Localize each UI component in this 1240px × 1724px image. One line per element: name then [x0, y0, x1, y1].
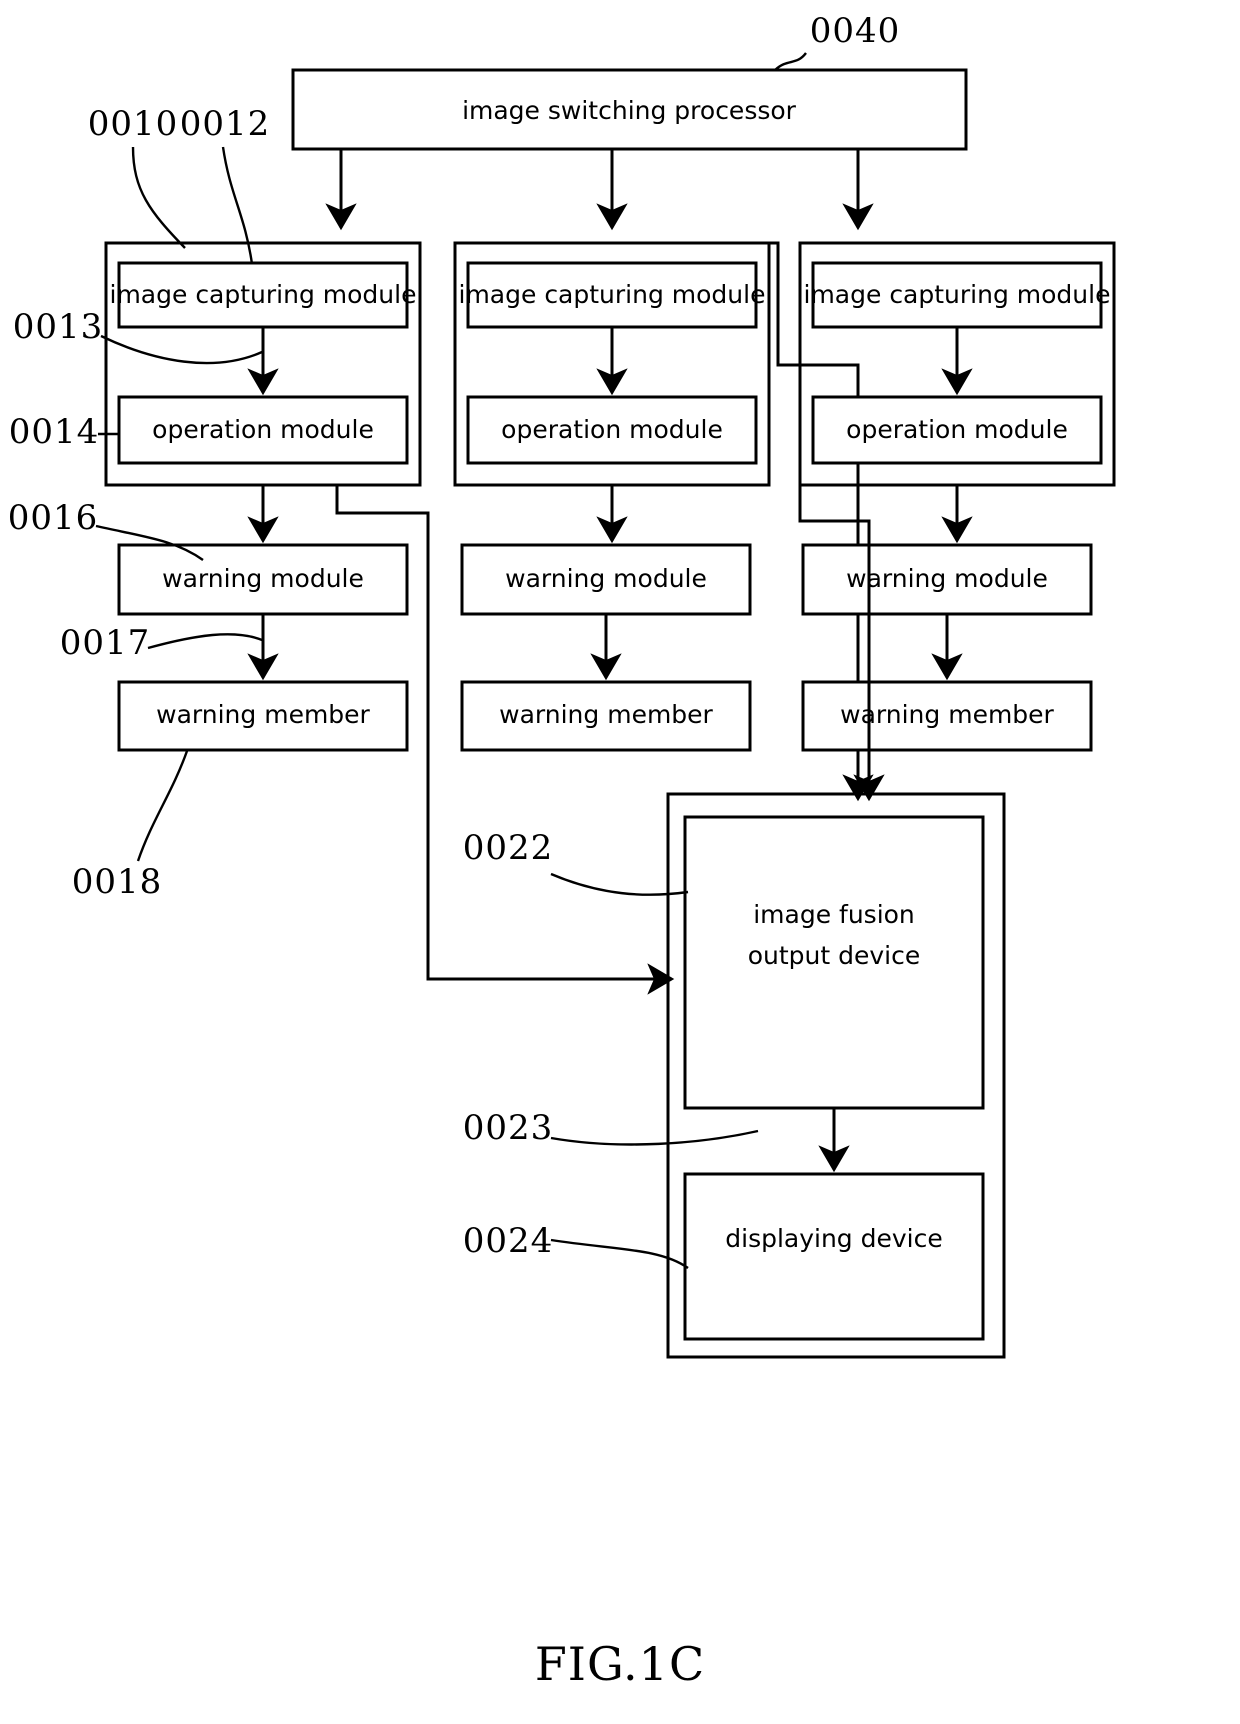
block-diagram-svg: image switching processor 0040 image cap… [8, 11, 1116, 1691]
ref-0022: 0022 [463, 828, 554, 868]
right-operation-module-label: operation module [846, 415, 1068, 444]
middle-operation-module-label: operation module [501, 415, 723, 444]
ref-0012: 0012 [180, 104, 271, 144]
leader-0018 [136, 750, 189, 862]
right-column-group: image capturing module operation module … [798, 241, 1116, 752]
ref-0017: 0017 [60, 623, 151, 663]
image-fusion-output-device-label-line1: image fusion [753, 900, 915, 929]
left-column-group: image capturing module operation module … [104, 241, 422, 752]
middle-column-group: image capturing module operation module … [453, 241, 771, 752]
displaying-device-box[interactable] [683, 1172, 985, 1341]
right-image-capturing-module-label: image capturing module [804, 280, 1111, 309]
ref-0014: 0014 [9, 412, 100, 452]
ref-0023: 0023 [463, 1108, 554, 1148]
ref-0010: 0010 [88, 104, 179, 144]
ref-0016: 0016 [8, 498, 99, 538]
leader-0012 [221, 146, 254, 265]
displaying-device-label: displaying device [725, 1224, 943, 1253]
left-warning-module-label: warning module [162, 564, 364, 593]
leader-0010 [131, 146, 186, 249]
middle-image-capturing-module-label: image capturing module [459, 280, 766, 309]
left-image-capturing-module-label: image capturing module [110, 280, 417, 309]
image-switching-processor-node[interactable]: image switching processor [291, 68, 968, 151]
output-group: image fusion output device displaying de… [666, 792, 1006, 1359]
ref-0018: 0018 [72, 862, 163, 902]
ref-0013: 0013 [13, 307, 104, 347]
leader-0013 [100, 334, 263, 365]
ref-0024: 0024 [463, 1221, 554, 1261]
leader-0017 [147, 633, 263, 650]
left-warning-member-label: warning member [156, 700, 370, 729]
left-operation-module-label: operation module [152, 415, 374, 444]
middle-warning-member-label: warning member [499, 700, 713, 729]
leader-0023 [550, 1129, 759, 1146]
leader-0040 [774, 52, 807, 71]
right-warning-module-label: warning module [846, 564, 1048, 593]
ref-0040: 0040 [810, 11, 901, 51]
image-fusion-output-device-label-line2: output device [748, 941, 921, 970]
middle-warning-module-label: warning module [505, 564, 707, 593]
image-switching-processor-label: image switching processor [462, 96, 797, 125]
figure-root: image switching processor 0040 image cap… [0, 0, 1240, 1724]
figure-caption: FIG.1C [535, 1637, 705, 1691]
right-warning-member-label: warning member [840, 700, 1054, 729]
